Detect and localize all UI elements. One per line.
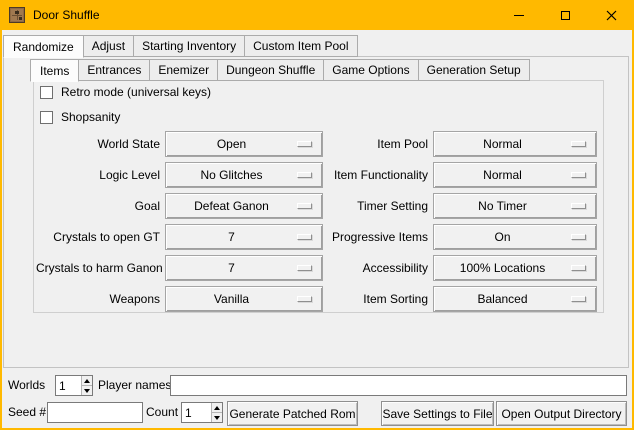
dropdown-indicator-icon xyxy=(571,265,586,271)
timer-setting-dropdown[interactable]: No Timer xyxy=(433,193,597,219)
crystals-ganon-label: Crystals to harm Ganon xyxy=(36,255,160,281)
crystals-ganon-value: 7 xyxy=(166,261,297,275)
count-label: Count xyxy=(146,402,178,423)
close-button[interactable] xyxy=(588,0,634,30)
item-sorting-dropdown[interactable]: Balanced xyxy=(433,286,597,312)
world-state-label: World State xyxy=(36,131,160,157)
tab-custom-item-pool[interactable]: Custom Item Pool xyxy=(244,35,357,57)
spinner-up-icon[interactable] xyxy=(82,376,92,386)
item-functionality-value: Normal xyxy=(434,168,571,182)
progressive-items-label: Progressive Items xyxy=(328,224,428,250)
logic-level-label: Logic Level xyxy=(36,162,160,188)
dropdown-indicator-icon xyxy=(297,141,312,147)
tab-starting-inventory[interactable]: Starting Inventory xyxy=(133,35,245,57)
item-sorting-value: Balanced xyxy=(434,292,571,306)
dropdown-indicator-icon xyxy=(571,172,586,178)
item-sorting-label: Item Sorting xyxy=(328,286,428,312)
world-state-value: Open xyxy=(166,137,297,151)
maximize-button[interactable] xyxy=(542,0,588,30)
goal-value: Defeat Ganon xyxy=(166,199,297,213)
weapons-value: Vanilla xyxy=(166,292,297,306)
crystals-gt-dropdown[interactable]: 7 xyxy=(165,224,323,250)
tab-enemizer[interactable]: Enemizer xyxy=(149,59,218,81)
minimize-button[interactable] xyxy=(496,0,542,30)
spinner-up-icon[interactable] xyxy=(212,403,222,413)
logic-level-dropdown[interactable]: No Glitches xyxy=(165,162,323,188)
crystals-ganon-dropdown[interactable]: 7 xyxy=(165,255,323,281)
dropdown-indicator-icon xyxy=(297,265,312,271)
tab-adjust[interactable]: Adjust xyxy=(83,35,134,57)
item-pool-label: Item Pool xyxy=(328,131,428,157)
weapons-label: Weapons xyxy=(36,286,160,312)
goal-dropdown[interactable]: Defeat Ganon xyxy=(165,193,323,219)
accessibility-value: 100% Locations xyxy=(434,261,571,275)
generate-patched-rom-button[interactable]: Generate Patched Rom xyxy=(227,401,358,426)
progressive-items-value: On xyxy=(434,230,571,244)
shopsanity-checkbox-row[interactable]: Shopsanity xyxy=(40,111,120,124)
count-spinner-arrows xyxy=(211,403,222,422)
save-settings-button[interactable]: Save Settings to File xyxy=(381,401,494,426)
open-output-directory-button[interactable]: Open Output Directory xyxy=(496,401,627,426)
worlds-spinner[interactable] xyxy=(55,375,93,396)
sub-tab-bar: Items Entrances Enemizer Dungeon Shuffle… xyxy=(30,58,529,81)
dropdown-indicator-icon xyxy=(297,172,312,178)
tab-randomize[interactable]: Randomize xyxy=(3,35,84,58)
world-state-dropdown[interactable]: Open xyxy=(165,131,323,157)
close-icon xyxy=(606,10,617,21)
worlds-input[interactable] xyxy=(56,376,81,395)
timer-setting-label: Timer Setting xyxy=(328,193,428,219)
shopsanity-label: Shopsanity xyxy=(61,111,120,124)
dropdown-indicator-icon xyxy=(297,296,312,302)
dropdown-indicator-icon xyxy=(571,141,586,147)
item-pool-value: Normal xyxy=(434,137,571,151)
dropdown-indicator-icon xyxy=(571,296,586,302)
accessibility-label: Accessibility xyxy=(328,255,428,281)
item-pool-dropdown[interactable]: Normal xyxy=(433,131,597,157)
worlds-spinner-arrows xyxy=(81,376,92,395)
player-names-label: Player names xyxy=(98,375,171,396)
timer-setting-value: No Timer xyxy=(434,199,571,213)
spinner-down-icon[interactable] xyxy=(82,386,92,395)
weapons-dropdown[interactable]: Vanilla xyxy=(165,286,323,312)
crystals-gt-label: Crystals to open GT xyxy=(36,224,160,250)
seed-input[interactable] xyxy=(47,402,143,423)
tab-dungeon-shuffle[interactable]: Dungeon Shuffle xyxy=(217,59,324,81)
retro-mode-label: Retro mode (universal keys) xyxy=(61,86,211,99)
count-input[interactable] xyxy=(182,403,211,422)
dropdown-indicator-icon xyxy=(571,234,586,240)
spinner-down-icon[interactable] xyxy=(212,413,222,422)
app-window: Door Shuffle Randomize Adjust Starting I… xyxy=(0,0,634,430)
crystals-gt-value: 7 xyxy=(166,230,297,244)
goal-label: Goal xyxy=(36,193,160,219)
seed-label: Seed # xyxy=(8,402,46,423)
player-names-input[interactable] xyxy=(170,375,627,396)
maximize-icon xyxy=(561,11,570,20)
dropdown-indicator-icon xyxy=(297,234,312,240)
shopsanity-checkbox[interactable] xyxy=(40,111,53,124)
worlds-label: Worlds xyxy=(8,375,45,396)
window-controls xyxy=(496,0,634,30)
main-tab-bar: Randomize Adjust Starting Inventory Cust… xyxy=(3,32,357,57)
item-functionality-label: Item Functionality xyxy=(328,162,428,188)
title-bar: Door Shuffle xyxy=(0,0,634,30)
progressive-items-dropdown[interactable]: On xyxy=(433,224,597,250)
tab-items[interactable]: Items xyxy=(30,59,79,82)
tab-generation-setup[interactable]: Generation Setup xyxy=(418,59,530,81)
item-functionality-dropdown[interactable]: Normal xyxy=(433,162,597,188)
door-icon xyxy=(9,7,25,23)
dropdown-indicator-icon xyxy=(571,203,586,209)
window-title: Door Shuffle xyxy=(33,8,100,22)
tab-entrances[interactable]: Entrances xyxy=(78,59,150,81)
count-spinner[interactable] xyxy=(181,402,223,423)
retro-mode-checkbox-row[interactable]: Retro mode (universal keys) xyxy=(40,86,211,99)
accessibility-dropdown[interactable]: 100% Locations xyxy=(433,255,597,281)
retro-mode-checkbox[interactable] xyxy=(40,86,53,99)
tab-game-options[interactable]: Game Options xyxy=(323,59,418,81)
dropdown-indicator-icon xyxy=(297,203,312,209)
logic-level-value: No Glitches xyxy=(166,168,297,182)
minimize-icon xyxy=(514,15,524,16)
